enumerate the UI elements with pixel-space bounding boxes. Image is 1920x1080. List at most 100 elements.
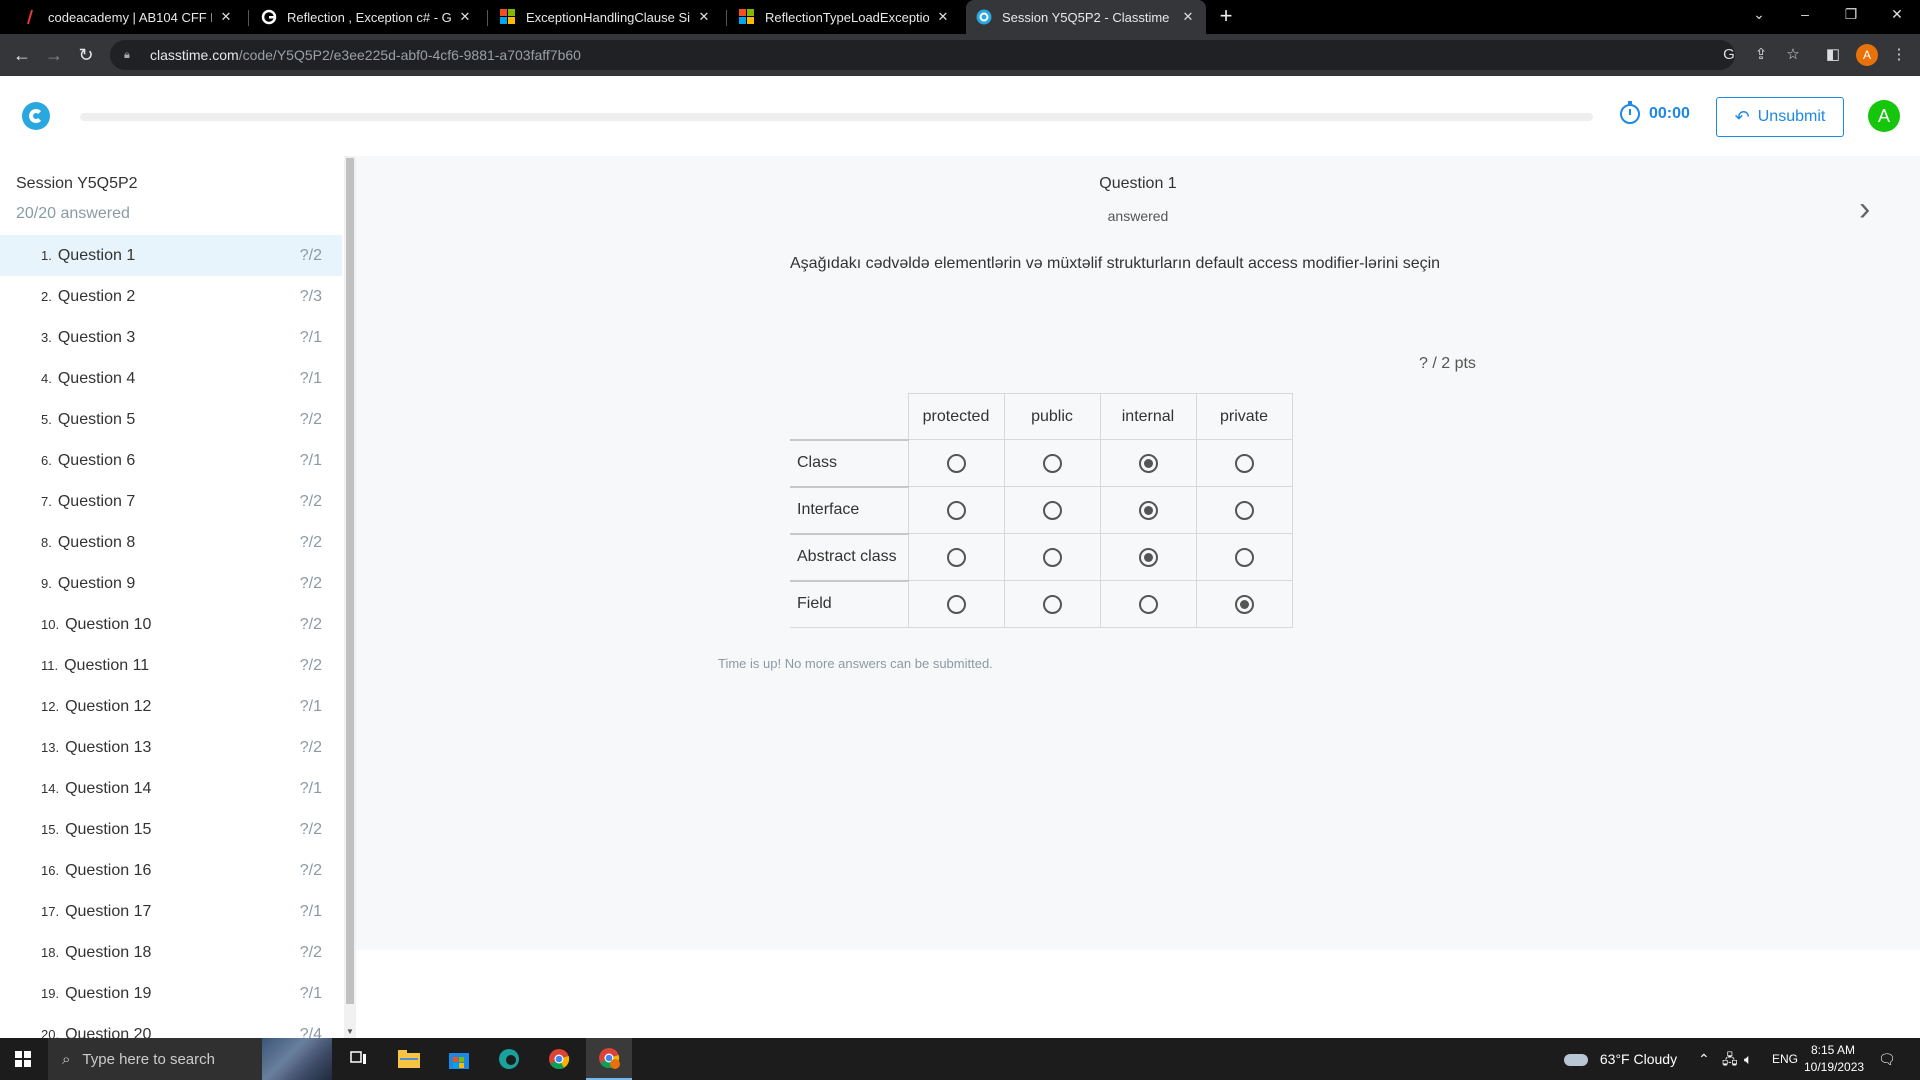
tab-close-icon[interactable]: ✕ — [457, 9, 473, 25]
forward-icon[interactable]: → — [40, 34, 68, 76]
tab-close-icon[interactable]: ✕ — [1180, 9, 1196, 25]
new-tab-icon[interactable]: + — [1214, 0, 1238, 34]
weather-widget[interactable]: 63°F Cloudy — [1564, 1038, 1677, 1080]
scroll-down-icon[interactable]: ▼ — [346, 1027, 354, 1036]
radio-button[interactable] — [1234, 500, 1254, 520]
microsoft-store-icon[interactable] — [436, 1038, 482, 1080]
sidebar-question-item[interactable]: 16. Question 16 ?/2 — [0, 850, 342, 891]
clock-time: 8:15 AM — [1810, 1043, 1856, 1057]
sidebar-question-item[interactable]: 11. Question 11 ?/2 — [0, 645, 342, 686]
sidebar-question-item[interactable]: 7. Question 7 ?/2 — [0, 481, 342, 522]
sidebar-question-item[interactable]: 13. Question 13 ?/2 — [0, 727, 342, 768]
sidebar-question-item[interactable]: 12. Question 12 ?/1 — [0, 686, 342, 727]
browser-tab-active[interactable]: Session Y5Q5P2 - Classtime ✕ — [966, 0, 1206, 34]
menu-dots-icon[interactable]: ⋮ — [1886, 34, 1912, 76]
sidebar-question-item[interactable]: 15. Question 15 ?/2 — [0, 809, 342, 850]
radio-button[interactable] — [1042, 500, 1062, 520]
google-icon — [261, 9, 277, 25]
question-number: 4. — [41, 371, 52, 386]
side-panel-icon[interactable]: ◧ — [1820, 34, 1846, 76]
sidebar-question-item[interactable]: 10. Question 10 ?/2 — [0, 604, 342, 645]
sidebar-question-item[interactable]: 8. Question 8 ?/2 — [0, 522, 342, 563]
sidebar-question-item[interactable]: 18. Question 18 ?/2 — [0, 932, 342, 973]
system-clock[interactable]: 8:15 AM 10/19/2023 — [1804, 1042, 1865, 1076]
unsubmit-button[interactable]: ↶ Unsubmit — [1716, 97, 1844, 137]
radio-button[interactable] — [946, 594, 966, 614]
browser-tab[interactable]: Reflection , Exception c# - Goog ✕ — [251, 0, 483, 34]
sidebar-question-item[interactable]: 3. Question 3 ?/1 — [0, 317, 342, 358]
classtime-logo[interactable] — [22, 102, 50, 130]
radio-button[interactable] — [946, 500, 966, 520]
radio-button[interactable] — [946, 453, 966, 473]
radio-button-selected[interactable] — [1138, 453, 1158, 473]
user-avatar[interactable]: A — [1868, 100, 1900, 132]
google-lens-icon[interactable]: G — [1716, 34, 1742, 76]
sidebar-scrollbar[interactable]: ▼ — [344, 156, 356, 1038]
sidebar-question-item[interactable]: 5. Question 5 ?/2 — [0, 399, 342, 440]
tab-close-icon[interactable]: ✕ — [218, 9, 234, 25]
address-bar[interactable]: 🔒︎ classtime.com/code/Y5Q5P2/e3ee225d-ab… — [110, 40, 1735, 70]
windows-start-icon[interactable] — [15, 1051, 31, 1067]
radio-button[interactable] — [1042, 453, 1062, 473]
sidebar-question-item[interactable]: 19. Question 19 ?/1 — [0, 973, 342, 1014]
chrome-profile-window-icon[interactable] — [586, 1038, 632, 1080]
question-number: 1. — [41, 248, 52, 263]
language-indicator[interactable]: ENG — [1772, 1038, 1798, 1080]
share-icon[interactable]: ⇪ — [1748, 34, 1774, 76]
radio-button[interactable] — [1138, 594, 1158, 614]
network-icon[interactable]: 🖧︎ — [1722, 1038, 1738, 1080]
minimize-icon[interactable]: – — [1782, 0, 1828, 30]
question-number: 20. — [41, 1027, 60, 1038]
scrollbar-thumb[interactable] — [346, 158, 354, 1004]
bookmark-star-icon[interactable]: ☆ — [1780, 34, 1806, 76]
restore-icon[interactable]: ❐ — [1828, 0, 1874, 30]
sidebar-question-item[interactable]: 20. Question 20 ?/4 — [0, 1014, 342, 1039]
browser-tab[interactable]: codeacademy | AB104 CFF Backe ✕ — [12, 0, 244, 34]
tab-close-icon[interactable]: ✕ — [935, 9, 951, 25]
task-view-icon[interactable] — [336, 1038, 382, 1080]
radio-button[interactable] — [946, 547, 966, 567]
radio-button[interactable] — [1234, 453, 1254, 473]
matrix-cell — [1195, 439, 1293, 487]
taskbar-search-input[interactable]: ⌕ Type here to search — [48, 1038, 332, 1080]
sidebar-question-item[interactable]: 2. Question 2 ?/3 — [0, 276, 342, 317]
matrix-row: Interface — [790, 485, 1293, 534]
question-number: 6. — [41, 453, 52, 468]
chrome-browser-icon[interactable] — [536, 1038, 582, 1080]
cloud-icon — [1564, 1054, 1588, 1067]
question-score: ?/1 — [299, 779, 322, 797]
matrix-row: Field — [790, 579, 1293, 628]
radio-button-selected[interactable] — [1138, 547, 1158, 567]
next-question-icon[interactable]: › — [1859, 190, 1870, 229]
sidebar-question-item[interactable]: 17. Question 17 ?/1 — [0, 891, 342, 932]
sidebar-question-item[interactable]: 14. Question 14 ?/1 — [0, 768, 342, 809]
file-explorer-icon[interactable] — [386, 1038, 432, 1080]
browser-tab[interactable]: ExceptionHandlingClause Sinfi ( ✕ — [490, 0, 722, 34]
tab-search-icon[interactable]: ⌄ — [1736, 0, 1782, 30]
close-window-icon[interactable]: ✕ — [1874, 0, 1920, 30]
radio-button-selected[interactable] — [1234, 594, 1254, 614]
sidebar-question-item[interactable]: 4. Question 4 ?/1 — [0, 358, 342, 399]
radio-button[interactable] — [1234, 547, 1254, 567]
sidebar-question-item[interactable]: 6. Question 6 ?/1 — [0, 440, 342, 481]
edge-browser-icon[interactable] — [486, 1038, 532, 1080]
question-number: 2. — [41, 289, 52, 304]
question-number: 12. — [41, 699, 60, 714]
radio-button[interactable] — [1042, 594, 1062, 614]
radio-button-selected[interactable] — [1138, 500, 1158, 520]
clock-date: 10/19/2023 — [1804, 1060, 1865, 1074]
volume-icon[interactable]: 🔈︎ — [1744, 1038, 1752, 1080]
browser-tab[interactable]: ReflectionTypeLoadException Sir ✕ — [729, 0, 961, 34]
tab-close-icon[interactable]: ✕ — [696, 9, 712, 25]
show-hidden-icons-icon[interactable]: ⌃ — [1698, 1038, 1710, 1080]
radio-button[interactable] — [1042, 547, 1062, 567]
back-icon[interactable]: ← — [8, 34, 36, 76]
question-score: ?/4 — [299, 1025, 322, 1039]
reload-icon[interactable]: ↻ — [72, 34, 100, 76]
notifications-icon[interactable]: 🗨︎ — [1878, 1038, 1896, 1080]
app-header: 00:00 ↶ Unsubmit A — [0, 76, 1920, 156]
sidebar-question-item[interactable]: 9. Question 9 ?/2 — [0, 563, 342, 604]
browser-profile-avatar[interactable]: A — [1856, 44, 1878, 66]
sidebar-question-item[interactable]: 1. Question 1 ?/2 — [0, 235, 342, 276]
tab-title: Reflection , Exception c# - Goog — [287, 9, 451, 25]
